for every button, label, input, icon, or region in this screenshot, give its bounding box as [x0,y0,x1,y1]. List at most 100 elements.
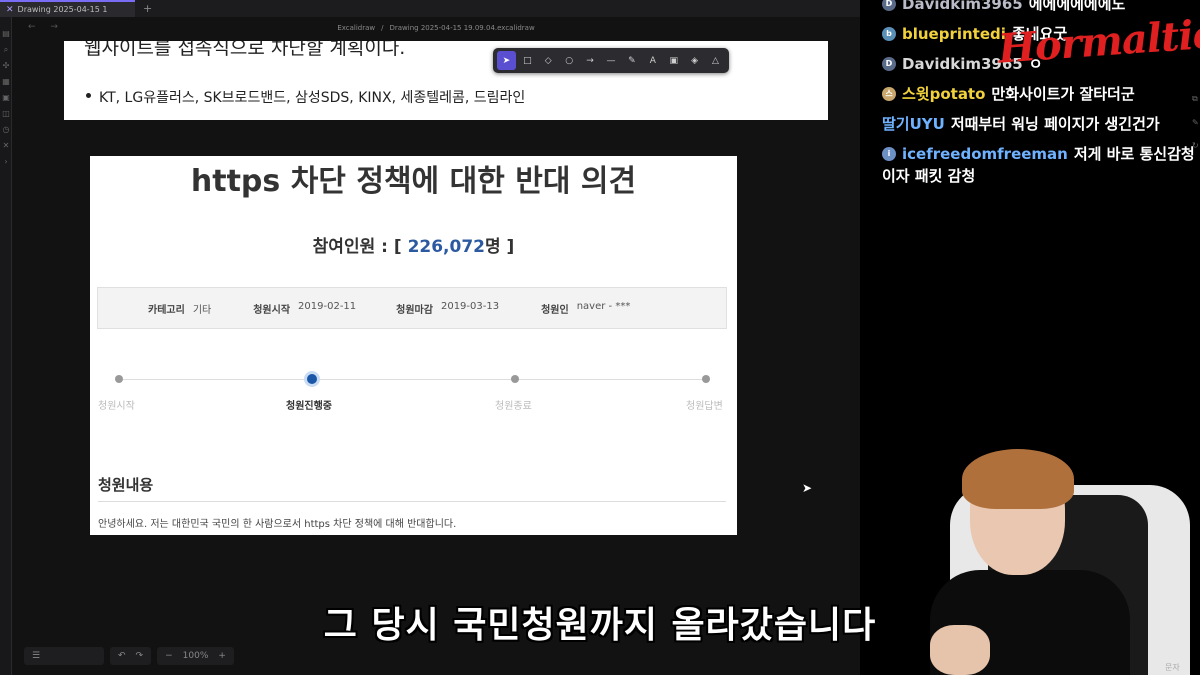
meta-petitioner: 청원인 naver - *** [541,301,630,316]
zoom-group: − 100% + [157,647,234,665]
avatar: 스 [882,86,896,101]
line-tool-icon[interactable]: — [602,51,621,70]
zoom-out-button[interactable]: − [165,651,173,661]
text-tool-icon[interactable]: A [643,51,662,70]
chat-message-wrap: 이자 패킷 감청 [882,165,975,186]
content-text: 안녕하세요. 저는 대한민국 국민의 한 사람으로서 https 차단 정책에 … [98,519,457,530]
chat-username[interactable]: Davidkim3965 [902,0,1023,13]
pen-tool-icon[interactable]: ✎ [622,51,641,70]
canvas-icon[interactable]: ▦ [1,77,11,87]
eraser-tool-icon[interactable]: ◈ [685,51,704,70]
step-label-active: 청원진행중 [286,401,332,412]
chat-side-icons: ⧉ ✎ ↻ [1192,60,1200,150]
file-breadcrumb: Excalidraw / Drawing 2025-04-15 19.09.04… [12,17,860,39]
avatar: b [882,26,896,41]
chat-username[interactable]: 스윗potato [902,83,985,104]
count-unit: 명 ] [485,237,515,257]
chat-text: 에에에에에에도 [1028,0,1126,13]
search-icon[interactable]: ⌕ [1,45,11,55]
isp-bullet: KT, LG유플러스, SK브로드밴드, 삼성SDS, KINX, 세종텔레콤,… [86,87,525,107]
channel-logo: Hormaltic [996,10,1200,73]
avatar: D [882,0,896,11]
count-label: 참여인원 : [ [312,237,402,257]
chat-text: 저게 바로 통신감청 [1073,145,1195,163]
left-rail: ▤ ⌕ ✣ ▦ ▣ ◫ ◷ ✕ › [0,17,12,675]
tab-label: Drawing 2025-04-15 1 [17,5,108,14]
chat-text: 저때부터 워닝 페이지가 생긴건가 [950,115,1160,133]
content-divider [98,501,726,502]
meta-key: 청원마감 [396,304,433,316]
image-tool-icon[interactable]: ▣ [664,51,683,70]
link-icon[interactable]: ⧉ [1192,94,1200,104]
refresh-icon[interactable]: ↻ [1192,141,1200,150]
chat-text: 이자 패킷 감청 [882,167,976,185]
undo-redo-group: ↶ ↷ [110,647,152,665]
card-heading-text: 웹사이트를 접속식으로 차단할 계획이다. [84,41,406,59]
excalidraw-canvas[interactable]: ← → Excalidraw / Drawing 2025-04-15 19.0… [12,17,860,675]
redo-icon[interactable]: ↷ [136,651,144,661]
step-dot [115,375,123,383]
meta-key: 카테고리 [148,304,185,316]
tab-drawing[interactable]: ✕ Drawing 2025-04-15 1 [0,0,135,17]
petition-title: https 차단 정책에 대한 반대 의견 [190,164,637,199]
new-tab-button[interactable]: + [135,2,160,15]
ellipse-tool-icon[interactable]: ○ [560,51,579,70]
bottom-bar: ☰ ↶ ↷ − 100% + [24,647,234,665]
content-heading: 청원내용 [98,476,154,494]
breadcrumb-file: Drawing 2025-04-15 19.09.04.excalidraw [389,24,535,32]
step-dot-active [307,374,317,384]
meta-key: 청원시작 [253,304,291,316]
step-dot [511,375,519,383]
chat-username[interactable]: 딸기UYU [882,113,945,134]
zoom-in-button[interactable]: + [218,651,226,661]
petition-count: 참여인원 : [ 226,072명 ] [90,232,737,257]
rectangle-tool-icon[interactable]: □ [518,51,537,70]
graph-icon[interactable]: ✣ [1,61,11,71]
petition-meta: 카테고리 기타 청원시작 2019-02-11 청원마감 2019-03-13 … [97,287,727,329]
chat-message: 스 스윗potato 만화사이트가 잘타더군 [882,83,1135,104]
step-label-answer: 청원답변 [686,401,723,412]
meta-value: 기타 [192,304,212,316]
step-label-end: 청원종료 [495,401,532,412]
laser-tool-icon[interactable]: △ [706,51,725,70]
breadcrumb-separator: / [381,24,384,32]
avatar: i [882,146,896,161]
petition-screenshot[interactable]: https 차단 정책에 대한 반대 의견 참여인원 : [ 226,072명 … [90,156,737,535]
meta-key: 청원인 [541,304,569,316]
clock-icon[interactable]: ◷ [1,125,11,135]
select-tool-icon[interactable]: ➤ [497,51,516,70]
shape-toolbar: ➤ □ ◇ ○ → — ✎ A ▣ ◈ △ [493,48,729,73]
count-value: 226,072 [407,237,485,257]
meta-category: 카테고리 기타 [148,301,211,316]
corner-tag: 문자 [1165,663,1180,672]
diamond-tool-icon[interactable]: ◇ [539,51,558,70]
terminal-icon[interactable]: › [1,157,11,167]
template-icon[interactable]: ◫ [1,109,11,119]
excalidraw-rail-icon[interactable]: ✕ [1,141,11,151]
meta-start: 청원시작 2019-02-11 [253,301,356,316]
arrow-tool-icon[interactable]: → [581,51,600,70]
zoom-level[interactable]: 100% [183,651,209,661]
files-icon[interactable]: ▤ [1,29,11,39]
chat-text: 만화사이트가 잘타더군 [991,85,1135,103]
chat-username[interactable]: blueprintedi [902,25,1006,43]
edit-icon[interactable]: ✎ [1192,118,1200,127]
mouse-cursor-icon: ➤ [802,481,813,495]
step-dot [702,375,710,383]
meta-end: 청원마감 2019-03-13 [396,301,499,316]
progress-track [115,379,708,380]
excalidraw-icon: ✕ [6,4,14,15]
meta-value: naver - *** [576,300,631,312]
calendar-icon[interactable]: ▣ [1,93,11,103]
breadcrumb-app: Excalidraw [337,24,376,32]
bullet-dot [86,92,91,98]
main-menu-button[interactable]: ☰ [24,647,104,665]
undo-icon[interactable]: ↶ [118,651,126,661]
video-subtitle: 그 당시 국민청원까지 올라갔습니다 [323,605,877,646]
step-label-start: 청원시작 [98,401,135,412]
avatar: D [882,56,896,71]
tab-bar: ✕ Drawing 2025-04-15 1 + [0,0,860,17]
streamer-hair [962,449,1074,509]
chat-username[interactable]: icefreedomfreeman [902,145,1068,163]
chat-message: i icefreedomfreeman 저게 바로 통신감청 [882,143,1195,164]
